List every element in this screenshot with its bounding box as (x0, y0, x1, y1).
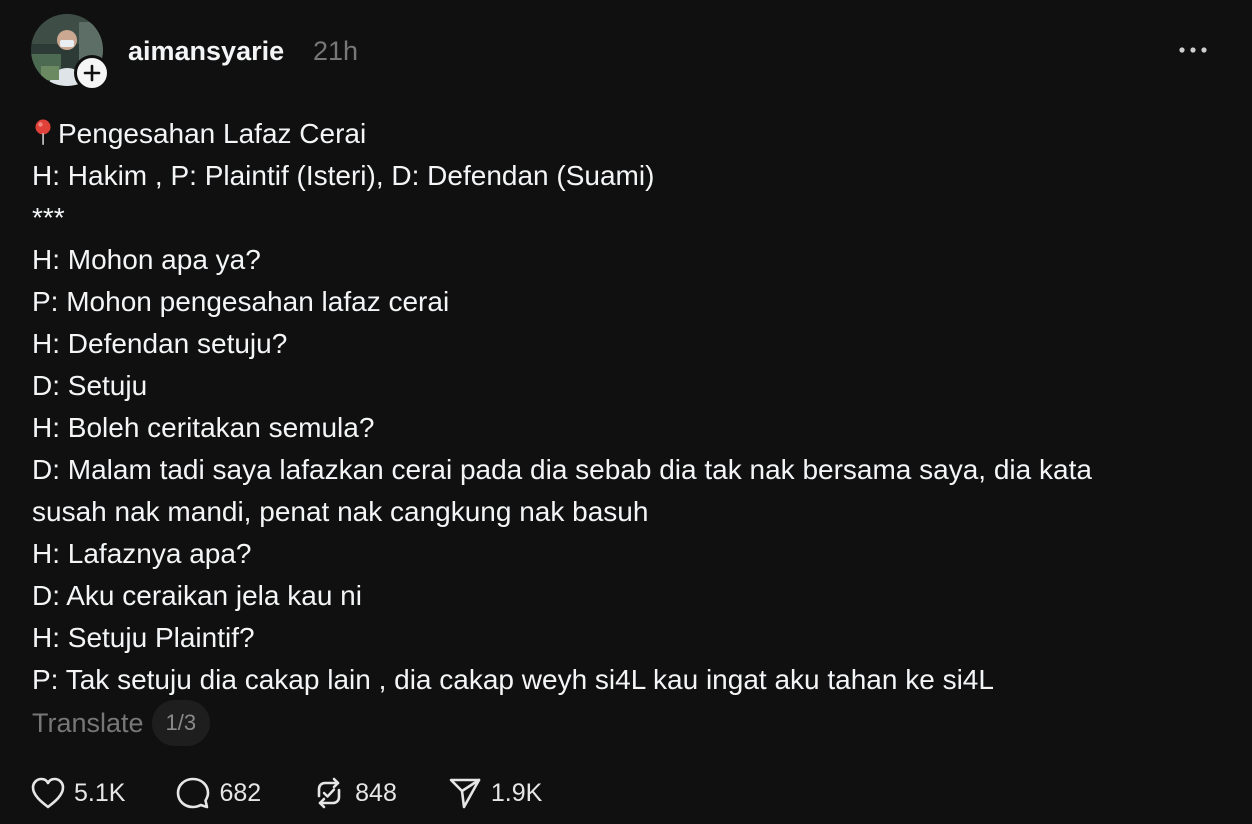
post-timestamp: 21h (313, 36, 359, 66)
follow-button[interactable] (74, 55, 110, 91)
translate-row: Translate 1/3 (32, 700, 211, 746)
page-indicator[interactable]: 1/3 (151, 700, 211, 746)
reply-button[interactable]: 682 (175, 776, 261, 810)
post-line: H: Setuju Plaintif? (32, 622, 255, 653)
post-line: P: Tak setuju dia cakap lain , dia cakap… (32, 664, 994, 695)
more-options-button[interactable] (1172, 36, 1214, 64)
post-title-line: Pengesahan Lafaz Cerai (32, 113, 1222, 155)
like-button[interactable]: 5.1K (30, 776, 125, 810)
thread-post: aimansyarie 21h Pengesahan Lafaz Cerai H… (0, 0, 1252, 824)
repost-button[interactable]: 848 (311, 776, 397, 810)
post-line: D: Malam tadi saya lafazkan cerai pada d… (32, 454, 1092, 485)
more-icon (1179, 47, 1207, 53)
post-line: D: Aku ceraikan jela kau ni (32, 580, 362, 611)
post-line: D: Setuju (32, 370, 148, 401)
post-line: P: Mohon pengesahan lafaz cerai (32, 286, 450, 317)
share-count: 1.9K (490, 778, 543, 807)
translate-link[interactable]: Translate (32, 708, 144, 739)
repost-count: 848 (355, 778, 397, 807)
post-line: H: Defendan setuju? (32, 328, 288, 359)
post-line: susah nak mandi, penat nak cangkung nak … (32, 496, 649, 527)
share-button[interactable]: 1.9K (447, 776, 542, 810)
post-line: H: Mohon apa ya? (32, 244, 261, 275)
post-line: H: Boleh ceritakan semula? (32, 412, 375, 443)
post-body: Pengesahan Lafaz Cerai H: Hakim , P: Pla… (32, 113, 1222, 701)
author-username[interactable]: aimansyarie (128, 33, 284, 69)
plus-icon (83, 64, 101, 82)
post-title: Pengesahan Lafaz Cerai (58, 118, 367, 149)
post-line: H: Hakim , P: Plaintif (Isteri), D: Defe… (32, 160, 655, 191)
heart-icon (31, 777, 65, 809)
post-line: H: Lafaznya apa? (32, 538, 252, 569)
like-count: 5.1K (74, 778, 126, 807)
comment-icon (177, 777, 210, 809)
send-icon (449, 778, 481, 809)
reply-count: 682 (219, 778, 262, 807)
avatar-container[interactable] (31, 14, 110, 91)
repost-icon (317, 777, 341, 809)
pin-icon (35, 119, 51, 145)
action-bar: 5.1K 682 848 1.9K (30, 771, 592, 815)
post-line: *** (32, 202, 65, 233)
